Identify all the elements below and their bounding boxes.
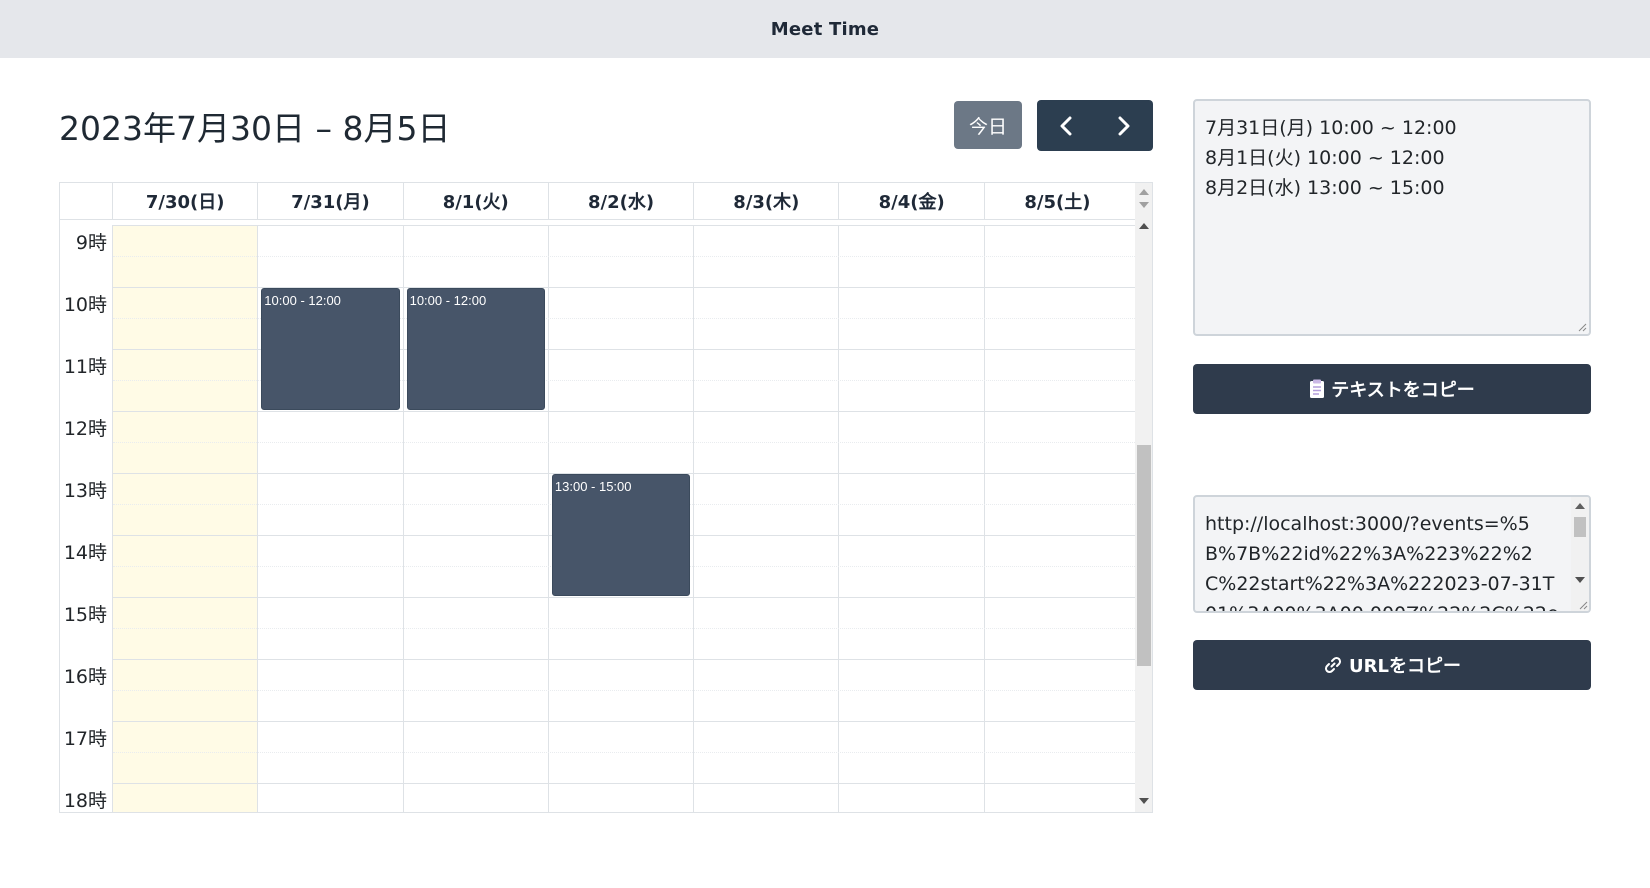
day-header: 8/5(土) bbox=[1024, 192, 1091, 213]
copy-text-label: テキストをコピー bbox=[1331, 380, 1475, 401]
calendar-event[interactable]: 10:00 - 12:00 bbox=[261, 288, 400, 410]
day-header: 8/4(金) bbox=[839, 183, 985, 219]
hour-gridline bbox=[113, 225, 1135, 226]
time-gutter: 9時 10時 11時 12時 13時 14時 15時 16時 17時 18時 bbox=[60, 225, 113, 812]
header-gutter bbox=[60, 183, 113, 219]
time-grid[interactable]: 9時 10時 11時 12時 13時 14時 15時 16時 17時 18時 10:00 - 12… bbox=[60, 225, 1135, 812]
week-nav-group bbox=[1037, 100, 1153, 151]
copy-url-button[interactable]: URLをコピー bbox=[1193, 640, 1591, 690]
half-hour-gridline bbox=[113, 442, 1135, 443]
hour-label: 9時 bbox=[75, 232, 107, 254]
copy-text-button[interactable]: テキストをコピー bbox=[1193, 364, 1591, 414]
half-hour-gridline bbox=[113, 256, 1135, 257]
url-scroll-down-icon[interactable] bbox=[1575, 577, 1585, 583]
half-hour-gridline bbox=[113, 628, 1135, 629]
scroll-down-icon[interactable] bbox=[1139, 798, 1149, 804]
share-url-text: http://localhost:3000/?events=%5B%7B%22i… bbox=[1205, 513, 1559, 611]
header-scroll-up-icon bbox=[1139, 189, 1149, 195]
hour-gridline bbox=[113, 411, 1135, 412]
day-header: 8/3(木) bbox=[694, 183, 840, 219]
calendar-event[interactable]: 10:00 - 12:00 bbox=[406, 288, 545, 410]
date-range-title: 2023年7月30日 – 8月5日 bbox=[59, 109, 451, 148]
chevron-right-icon bbox=[1118, 116, 1130, 135]
url-scroll-up-icon[interactable] bbox=[1575, 503, 1585, 509]
hour-gridline bbox=[113, 597, 1135, 598]
day-header: 8/1(火) bbox=[404, 183, 549, 219]
half-hour-gridline bbox=[113, 752, 1135, 753]
day-header: 7/30(日) bbox=[113, 183, 259, 219]
day-header: 8/2(水) bbox=[549, 183, 695, 219]
day-column[interactable] bbox=[113, 225, 259, 812]
day-column[interactable] bbox=[840, 225, 985, 812]
summary-line: 8月2日(水) 13:00 ~ 15:00 bbox=[1205, 177, 1445, 199]
hour-label: 18時 bbox=[63, 790, 107, 812]
url-scrollbar[interactable] bbox=[1571, 497, 1589, 611]
hour-gridline bbox=[113, 659, 1135, 660]
summary-textarea[interactable]: 7月31日(月) 10:00 ~ 12:00 8月1日(火) 10:00 ~ 1… bbox=[1193, 99, 1591, 336]
resize-handle-icon[interactable] bbox=[1577, 322, 1587, 332]
scrollbar-thumb[interactable] bbox=[1137, 445, 1151, 666]
share-url-textarea[interactable]: http://localhost:3000/?events=%5B%7B%22i… bbox=[1193, 495, 1591, 613]
app-title: Meet Time bbox=[770, 18, 880, 40]
summary-line: 8月1日(火) 10:00 ~ 12:00 bbox=[1205, 147, 1445, 169]
day-column[interactable] bbox=[694, 225, 840, 812]
hour-label: 17時 bbox=[63, 728, 107, 750]
day-column[interactable] bbox=[985, 225, 1130, 812]
hour-label: 12時 bbox=[63, 418, 107, 440]
clipboard-icon bbox=[1309, 379, 1325, 399]
hour-label: 11時 bbox=[63, 356, 107, 378]
calendar-event[interactable]: 13:00 - 15:00 bbox=[551, 474, 691, 596]
copy-url-label: URLをコピー bbox=[1349, 656, 1461, 677]
hour-gridline bbox=[113, 721, 1135, 722]
link-icon bbox=[1323, 655, 1343, 675]
scroll-up-icon[interactable] bbox=[1139, 223, 1149, 229]
resize-handle-icon[interactable] bbox=[1578, 600, 1588, 610]
week-calendar: 7/30(日) 7/31(月) 8/1(火) 8/2(水) 8/3(木) 8/4… bbox=[59, 182, 1153, 813]
summary-line: 7月31日(月) 10:00 ~ 12:00 bbox=[1205, 117, 1457, 139]
next-week-button[interactable] bbox=[1095, 100, 1153, 151]
hour-label: 10時 bbox=[63, 294, 107, 316]
calendar-scrollbar[interactable] bbox=[1135, 183, 1152, 812]
hour-label: 14時 bbox=[63, 542, 107, 564]
app-header: Meet Time bbox=[0, 0, 1650, 58]
hour-label: 15時 bbox=[63, 604, 107, 626]
hour-label: 13時 bbox=[63, 480, 107, 502]
url-scrollbar-thumb[interactable] bbox=[1574, 517, 1586, 537]
calendar-header: 7/30(日) 7/31(月) 8/1(火) 8/2(水) 8/3(木) 8/4… bbox=[60, 183, 1135, 220]
chevron-left-icon bbox=[1060, 116, 1072, 135]
prev-week-button[interactable] bbox=[1037, 100, 1095, 151]
half-hour-gridline bbox=[113, 690, 1135, 691]
hour-label: 16時 bbox=[63, 666, 107, 688]
today-button[interactable]: 今日 bbox=[954, 101, 1022, 149]
hour-gridline bbox=[113, 783, 1135, 784]
header-scroll-down-icon bbox=[1139, 202, 1149, 208]
day-header: 7/31(月) bbox=[258, 183, 404, 219]
